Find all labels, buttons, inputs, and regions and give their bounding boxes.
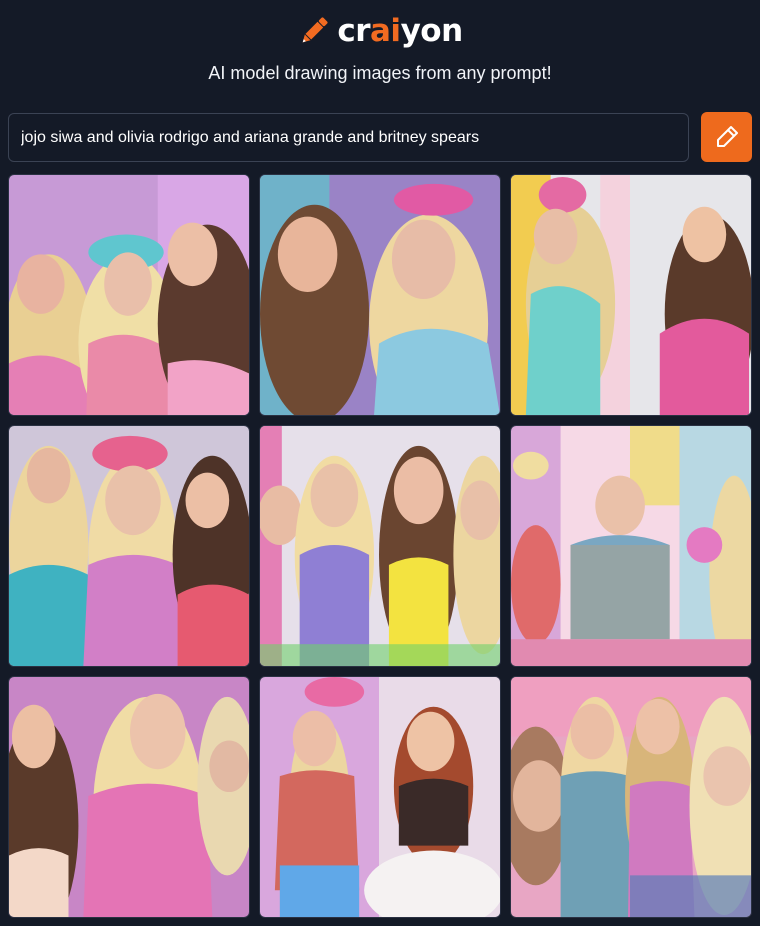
result-image[interactable]	[510, 676, 752, 918]
draw-button[interactable]	[701, 112, 752, 162]
tagline: AI model drawing images from any prompt!	[208, 63, 552, 83]
result-image[interactable]	[259, 174, 501, 416]
result-image-9	[511, 677, 751, 917]
result-image-8	[260, 677, 500, 917]
result-image[interactable]	[8, 676, 250, 918]
result-image[interactable]	[510, 174, 752, 416]
results-grid	[8, 174, 752, 918]
result-image[interactable]	[8, 174, 250, 416]
result-image-4	[9, 426, 249, 666]
result-image-2	[260, 175, 500, 415]
app-header: craiyon AI model drawing images from any…	[0, 0, 760, 110]
logo-wordmark: craiyon	[337, 12, 463, 49]
result-image-3	[511, 175, 751, 415]
result-image[interactable]	[510, 425, 752, 667]
craiyon-logo[interactable]: craiyon	[0, 10, 760, 52]
result-image-7	[9, 677, 249, 917]
result-image-1	[9, 175, 249, 415]
result-image[interactable]	[259, 425, 501, 667]
pencil-icon	[716, 126, 738, 147]
result-image[interactable]	[8, 425, 250, 667]
result-image-6	[511, 426, 751, 666]
result-image[interactable]	[259, 676, 501, 918]
pencil-icon	[303, 17, 328, 43]
prompt-input[interactable]	[8, 113, 689, 162]
result-image-5	[260, 426, 500, 666]
